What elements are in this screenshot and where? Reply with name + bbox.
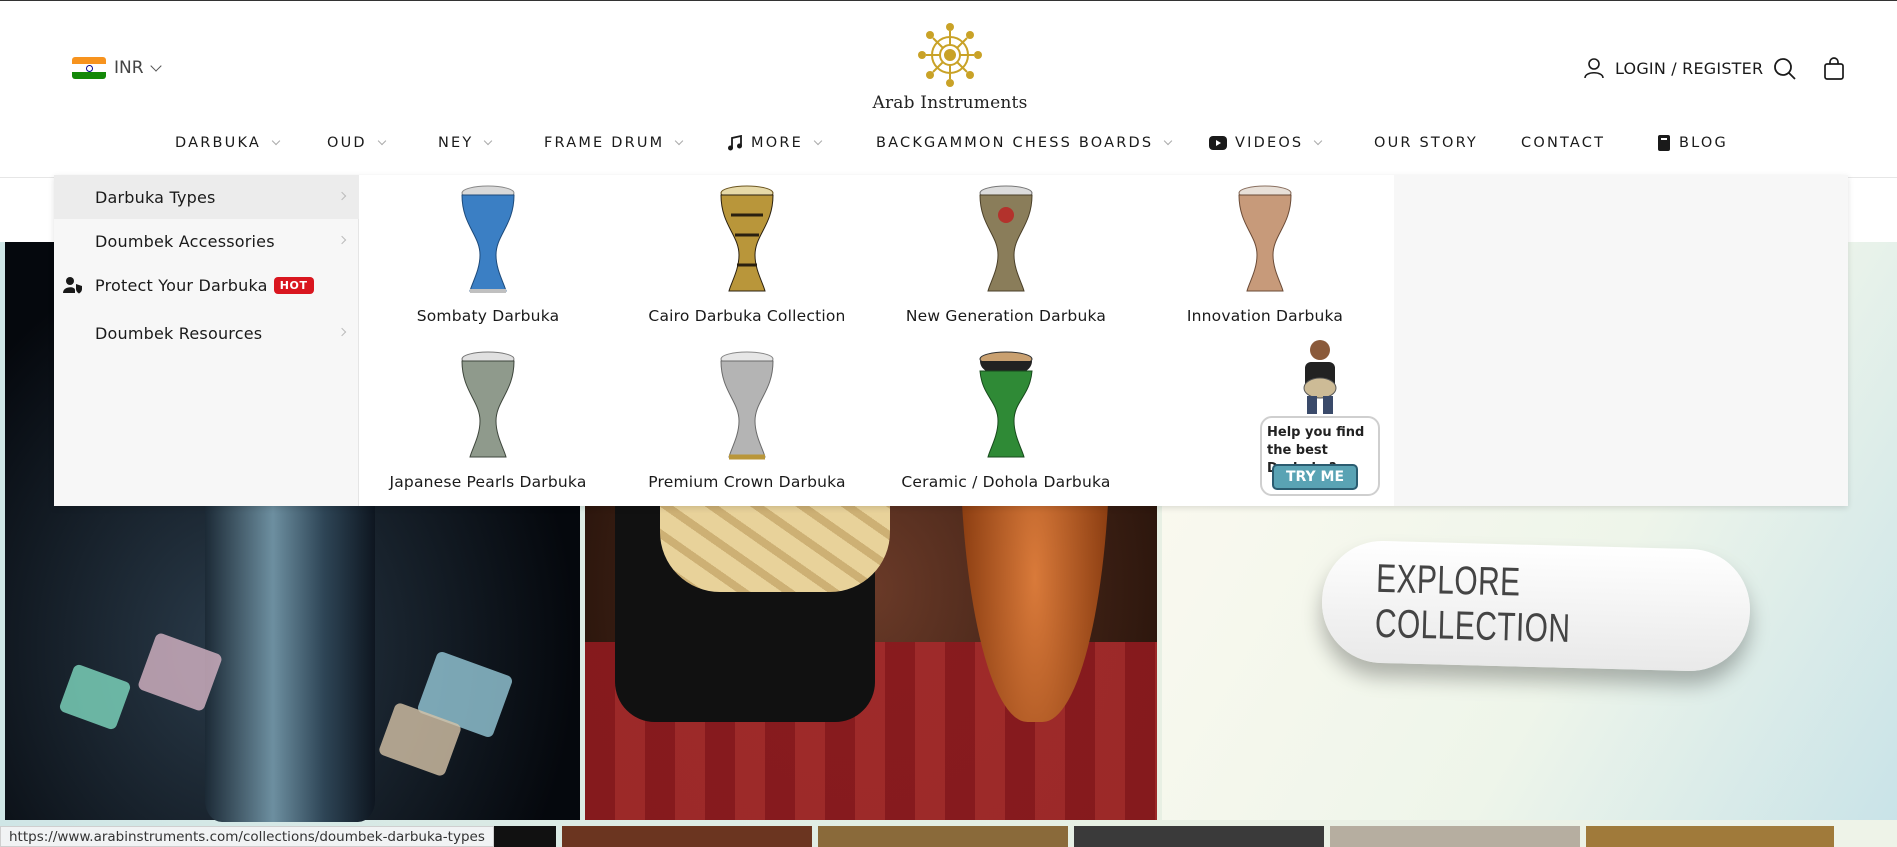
sidebar-item-label: Darbuka Types [95,187,216,207]
india-flag-icon [72,57,106,79]
nav-label: BACKGAMMON CHESS BOARDS [876,135,1154,151]
thumbnail[interactable] [818,826,1068,847]
login-register-label: LOGIN / REGISTER [1615,58,1764,78]
chevron-down-icon [1314,136,1323,146]
hot-badge: HOT [273,276,314,294]
nav-item-frame-drum[interactable]: FRAME DRUM [544,135,684,151]
sidebar-item-doumbek-accessories[interactable]: Doumbek Accessories [54,219,359,263]
nav-label: FRAME DRUM [544,135,665,151]
chevron-right-icon [337,327,347,337]
darbuka-product-image [720,351,774,460]
darbuka-product-image [979,351,1033,458]
chevron-down-icon [377,136,387,146]
thumbnail[interactable] [1586,826,1834,847]
currency-code: INR [114,58,144,78]
musician-illustration [1303,340,1337,414]
darbuka-mega-menu: Darbuka Types Doumbek Accessories Protec… [54,175,1848,506]
mega-menu-empty-area [1394,175,1848,506]
login-register-link[interactable]: LOGIN / REGISTER [1583,57,1763,79]
thumbnail[interactable] [1330,826,1580,847]
try-me-button[interactable]: TRY ME [1272,464,1358,490]
nav-item-oud[interactable]: OUD [327,135,387,151]
product-label: Japanese Pearls Darbuka [389,473,587,491]
nav-label: OUD [327,135,367,151]
chevron-down-icon [149,60,162,72]
mandala-logo-icon [918,23,982,87]
mega-menu-sidebar: Darbuka Types Doumbek Accessories Protec… [54,175,359,506]
site-logo[interactable]: Arab Instruments [870,19,1030,119]
user-icon [1584,58,1604,79]
search-button[interactable] [1773,57,1797,85]
currency-selector[interactable]: INR [72,57,162,79]
cart-button[interactable] [1823,56,1845,84]
darbuka-finder-promo[interactable]: Help you find the best Darbuka? TRY ME [1260,338,1380,498]
nav-item-darbuka[interactable]: DARBUKA [175,135,281,151]
darbuka-product-image [720,185,774,292]
darbuka-product-image [461,185,515,293]
darbuka-product-image [1238,185,1292,292]
nav-item-videos[interactable]: VIDEOS [1209,135,1323,151]
music-note-icon [728,135,742,151]
nav-item-backgammon-chess-boards[interactable]: BACKGAMMON CHESS BOARDS [876,135,1173,151]
explore-collection-button[interactable]: EXPLORE COLLECTION [1320,539,1752,673]
nav-label: BLOG [1679,135,1728,151]
explore-collection-label: EXPLORE COLLECTION [1374,556,1571,651]
chevron-down-icon [1164,136,1173,146]
sidebar-item-label: Doumbek Accessories [95,231,275,251]
nav-item-blog[interactable]: BLOG [1657,135,1728,151]
chevron-down-icon [675,136,684,146]
product-label: Premium Crown Darbuka [648,473,846,491]
logo-text: Arab Instruments [872,93,1028,113]
nav-label: CONTACT [1521,135,1606,151]
product-label: Ceramic / Dohola Darbuka [901,473,1111,491]
nav-label: MORE [751,135,803,151]
product-card-innovation-darbuka[interactable]: Innovation Darbuka [1150,185,1380,325]
site-header: INR Arab Instruments LOGIN / REGISTER DA… [0,1,1897,178]
youtube-icon [1209,136,1227,150]
chevron-right-icon [337,191,347,201]
main-navigation: DARBUKA OUD NEY FRAME DRUM MORE BACKGAMM… [0,135,1897,159]
chevron-down-icon [484,136,493,146]
thumbnail[interactable] [486,826,556,847]
product-card-premium-crown-darbuka[interactable]: Premium Crown Darbuka [632,291,862,491]
nav-label: VIDEOS [1235,135,1304,151]
chevron-down-icon [271,136,281,146]
product-label: Innovation Darbuka [1186,307,1344,325]
sidebar-item-darbuka-types[interactable]: Darbuka Types [54,175,359,219]
sidebar-item-label: Doumbek Resources [95,323,263,343]
chevron-down-icon [813,136,823,146]
sidebar-item-protect-your-darbuka[interactable]: Protect Your Darbuka HOT [54,263,359,307]
darbuka-product-image [461,351,515,458]
shopping-bag-icon [1824,57,1844,80]
thumbnail[interactable] [562,826,812,847]
product-card-ceramic-dohola-darbuka[interactable]: Ceramic / Dohola Darbuka [891,291,1121,491]
book-icon [1658,135,1670,151]
sidebar-item-doumbek-resources[interactable]: Doumbek Resources [54,311,359,355]
user-shield-icon [63,277,82,294]
product-card-japanese-pearls-darbuka[interactable]: Japanese Pearls Darbuka [373,291,603,491]
nav-item-our-story[interactable]: OUR STORY [1374,135,1478,151]
nav-label: OUR STORY [1374,135,1478,151]
status-bar-url: https://www.arabinstruments.com/collecti… [0,826,494,847]
darbuka-product-image [979,185,1033,292]
nav-item-contact[interactable]: CONTACT [1521,135,1605,151]
nav-item-more[interactable]: MORE [727,135,823,151]
chevron-right-icon [337,235,347,245]
search-icon [1774,58,1796,80]
nav-label: NEY [438,135,474,151]
nav-label: DARBUKA [175,135,262,151]
crystal-illustration [58,663,132,731]
nav-item-ney[interactable]: NEY [438,135,493,151]
thumbnail[interactable] [1074,826,1324,847]
sidebar-item-label: Protect Your Darbuka [95,275,268,295]
